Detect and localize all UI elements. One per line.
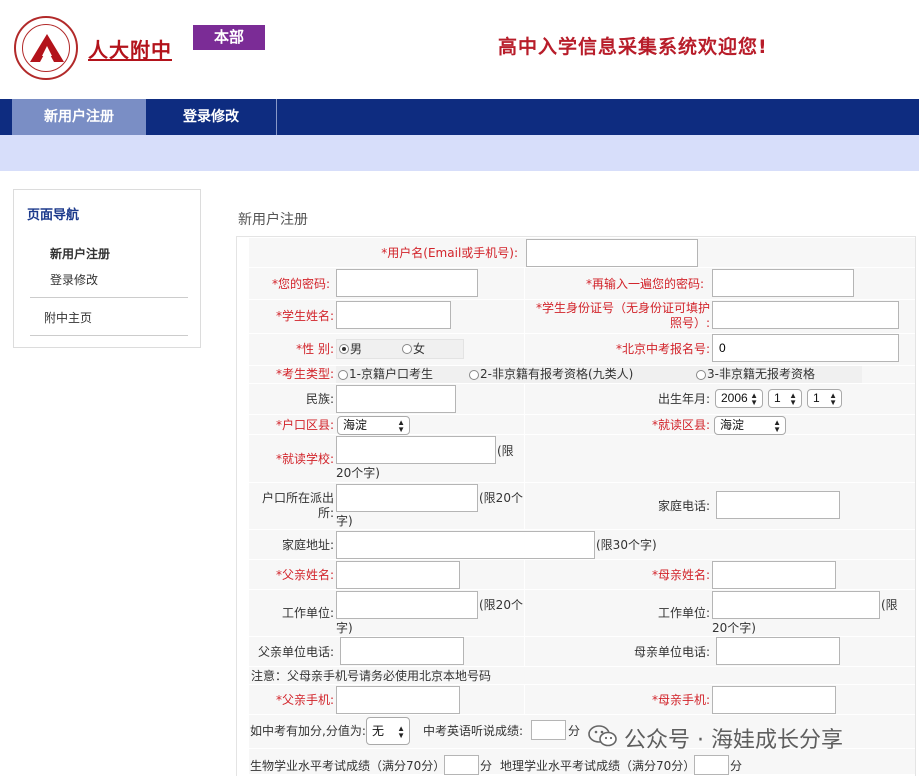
password-confirm-input[interactable] bbox=[712, 269, 854, 297]
tab-login-edit[interactable]: 登录修改 bbox=[146, 99, 277, 135]
biology-unit: 分 bbox=[480, 759, 493, 773]
candidate-type-2-radio[interactable] bbox=[469, 370, 479, 380]
mobile-notice: 注意：父母亲手机号请务必使用北京本地号码 bbox=[251, 669, 492, 683]
label-birth: 出生年月: bbox=[657, 392, 710, 406]
father-work-phone-input[interactable] bbox=[340, 637, 464, 665]
birth-day-select[interactable]: 1 ▲ ▼ bbox=[807, 389, 842, 408]
label-candidate-type: *考生类型: bbox=[275, 367, 334, 381]
candidate-type-1-radio[interactable] bbox=[338, 370, 348, 380]
label-username: *用户名(Email或手机号): bbox=[381, 246, 518, 260]
father-work-input[interactable] bbox=[336, 591, 478, 619]
mother-work-input[interactable] bbox=[712, 591, 880, 619]
label-mother-work: 工作单位: bbox=[657, 606, 710, 620]
page-header: 人大附中 本部 高中入学信息采集系统欢迎您! bbox=[0, 0, 919, 99]
watermark-text: 公众号 · 海娃成长分享 bbox=[624, 728, 843, 753]
birth-month-select[interactable]: 1 ▲ ▼ bbox=[768, 389, 802, 408]
label-school: *就读学校: bbox=[275, 452, 334, 466]
label-password-confirm: *再输入一遍您的密码: bbox=[585, 277, 704, 291]
geography-unit: 分 bbox=[730, 759, 743, 773]
label-english-listening: 中考英语听说成绩: bbox=[423, 724, 524, 738]
main-nav: 新用户注册 登录修改 bbox=[0, 99, 919, 135]
mother-name-input[interactable] bbox=[712, 561, 836, 589]
sidebar-item-login-edit[interactable]: 登录修改 bbox=[50, 271, 98, 288]
candidate-type-1-label: 1-京籍户口考生 bbox=[349, 367, 433, 381]
label-father-work-phone: 父亲单位电话: bbox=[257, 645, 334, 659]
label-police-station: 户口所在派出所: bbox=[261, 491, 334, 520]
label-biology: 生物学业水平考试成绩（满分70分） bbox=[250, 759, 446, 773]
label-ethnicity: 民族: bbox=[305, 392, 334, 406]
label-bonus: 如中考有加分,分值为: bbox=[250, 724, 366, 738]
home-phone-input[interactable] bbox=[716, 491, 840, 519]
label-father-mobile: *父亲手机: bbox=[275, 693, 334, 707]
mother-work-limit-b: 20个字) bbox=[712, 621, 756, 635]
police-station-input[interactable] bbox=[336, 484, 478, 512]
address-input[interactable] bbox=[336, 531, 595, 559]
sidebar-title: 页面导航 bbox=[27, 208, 80, 223]
label-hukou-district: *户口区县: bbox=[275, 418, 334, 432]
form-title: 新用户注册 bbox=[238, 212, 308, 228]
sub-bar bbox=[0, 135, 919, 171]
father-work-limit-b: 字) bbox=[336, 621, 353, 635]
label-mother-name: *母亲姓名: bbox=[651, 568, 710, 582]
biology-score-input[interactable] bbox=[444, 755, 479, 775]
label-gender: *性 别: bbox=[296, 342, 334, 356]
hukou-district-select[interactable]: 海淀 ▲ ▼ bbox=[337, 416, 410, 435]
gender-female-label: 女 bbox=[413, 342, 426, 356]
birth-year-select[interactable]: 2006 ▲ ▼ bbox=[715, 389, 763, 408]
student-name-input[interactable] bbox=[336, 301, 451, 329]
label-father-work: 工作单位: bbox=[281, 606, 334, 620]
tab-new-user[interactable]: 新用户注册 bbox=[12, 99, 146, 135]
school-district-select[interactable]: 海淀 ▲ ▼ bbox=[714, 416, 786, 435]
bonus-select[interactable]: 无 ▲ ▼ bbox=[366, 717, 410, 745]
candidate-type-3-label: 3-非京籍无报考资格 bbox=[707, 367, 815, 381]
english-listening-input[interactable] bbox=[531, 720, 566, 740]
school-name-underline bbox=[88, 59, 172, 61]
police-limit-note-b: 字) bbox=[336, 514, 353, 528]
father-mobile-input[interactable] bbox=[336, 686, 460, 714]
sidebar-divider bbox=[30, 297, 188, 298]
gender-male-radio[interactable] bbox=[339, 344, 349, 354]
sidebar: 页面导航 新用户注册 登录修改 附中主页 bbox=[13, 189, 201, 348]
sidebar-item-home[interactable]: 附中主页 bbox=[44, 309, 92, 326]
father-name-input[interactable] bbox=[336, 561, 460, 589]
sidebar-item-new-user[interactable]: 新用户注册 bbox=[50, 245, 110, 262]
label-address: 家庭地址: bbox=[281, 538, 334, 552]
password-input[interactable] bbox=[336, 269, 478, 297]
gender-male-label: 男 bbox=[350, 342, 363, 356]
welcome-title: 高中入学信息采集系统欢迎您! bbox=[498, 36, 768, 58]
username-input[interactable] bbox=[526, 239, 698, 267]
campus-badge: 本部 bbox=[193, 25, 265, 50]
exam-number-input[interactable]: 0 bbox=[712, 334, 899, 362]
label-school-district: *就读区县: bbox=[651, 418, 710, 432]
candidate-type-2-label: 2-非京籍有报考资格(九类人) bbox=[480, 367, 634, 381]
father-work-limit-a: (限20个 bbox=[479, 598, 523, 612]
label-exam-number: *北京中考报名号: bbox=[615, 342, 710, 356]
school-limit-note-b: 20个字) bbox=[336, 466, 380, 480]
gender-female-radio[interactable] bbox=[402, 344, 412, 354]
label-student-name: *学生姓名: bbox=[275, 309, 334, 323]
mother-mobile-input[interactable] bbox=[712, 686, 836, 714]
police-limit-note-a: (限20个 bbox=[479, 491, 523, 505]
label-id-number: *学生身份证号（无身份证可填护照号）: bbox=[535, 301, 710, 330]
mother-work-phone-input[interactable] bbox=[716, 637, 840, 665]
label-geography: 地理学业水平考试成绩（满分70分） bbox=[500, 759, 696, 773]
label-password: *您的密码: bbox=[271, 277, 330, 291]
school-input[interactable] bbox=[336, 436, 496, 464]
id-number-input[interactable] bbox=[712, 301, 899, 329]
wechat-icon bbox=[588, 725, 617, 747]
label-home-phone: 家庭电话: bbox=[657, 499, 710, 513]
school-limit-note-a: (限 bbox=[497, 444, 514, 458]
candidate-type-3-radio[interactable] bbox=[696, 370, 706, 380]
geography-score-input[interactable] bbox=[694, 755, 729, 775]
sidebar-divider bbox=[30, 335, 188, 336]
ethnicity-input[interactable] bbox=[336, 385, 456, 413]
school-seal-logo bbox=[14, 16, 78, 80]
label-father-name: *父亲姓名: bbox=[275, 568, 334, 582]
mother-work-limit-a: (限 bbox=[881, 598, 898, 612]
english-unit: 分 bbox=[568, 724, 581, 738]
label-mother-mobile: *母亲手机: bbox=[651, 693, 710, 707]
address-limit-note: (限30个字) bbox=[596, 538, 657, 552]
label-mother-work-phone: 母亲单位电话: bbox=[633, 645, 710, 659]
